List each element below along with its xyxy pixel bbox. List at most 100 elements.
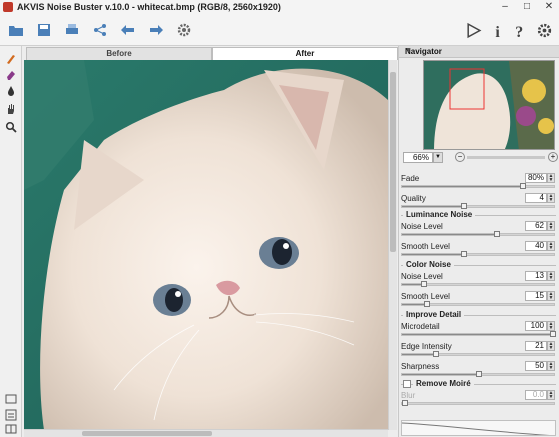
sharpness-param: Sharpness 50 ▲ ▼ xyxy=(401,360,558,380)
microdetail-slider[interactable] xyxy=(401,331,556,337)
lum-noise-slider[interactable] xyxy=(401,231,555,237)
col-noise-slider-handle[interactable] xyxy=(421,281,427,287)
hand-icon[interactable] xyxy=(4,102,18,116)
improve-detail-group: Improve Detail xyxy=(401,310,558,320)
blur-param: Blur 0.0 ▲ ▼ xyxy=(401,389,558,409)
maximize-button[interactable]: □ xyxy=(521,1,533,13)
lum-smooth-slider[interactable] xyxy=(401,251,555,257)
open-icon[interactable] xyxy=(6,20,26,40)
edge-slider[interactable] xyxy=(401,351,555,357)
col-noise-param: Noise Level 13 ▲ ▼ xyxy=(401,270,558,290)
eraser-icon[interactable] xyxy=(4,68,18,82)
microdetail-spinner[interactable]: ▲ ▼ xyxy=(547,321,555,331)
image-canvas[interactable] xyxy=(24,60,388,430)
lum-noise-slider-handle[interactable] xyxy=(494,231,500,237)
zoom-in-button[interactable]: + xyxy=(548,152,558,162)
close-button[interactable]: ✕ xyxy=(543,1,555,13)
lum-noise-param: Noise Level 62 ▲ ▼ xyxy=(401,220,558,240)
col-noise-input[interactable]: 13 xyxy=(525,271,547,281)
blur-spinner[interactable]: ▲ ▼ xyxy=(547,390,555,400)
share-icon[interactable] xyxy=(90,20,110,40)
edge-spinner[interactable]: ▲ ▼ xyxy=(547,341,555,351)
microdetail-slider-handle[interactable] xyxy=(550,331,556,337)
remove-moire-group: Remove Moiré xyxy=(401,379,558,389)
microdetail-param: Microdetail 100 ▲ ▼ xyxy=(401,320,558,340)
lum-smooth-input[interactable]: 40 xyxy=(525,241,547,251)
microdetail-label: Microdetail xyxy=(401,322,440,331)
svg-text:?: ? xyxy=(515,23,523,38)
toolbar: i ? xyxy=(0,14,559,46)
lum-noise-input[interactable]: 62 xyxy=(525,221,547,231)
settings-icon[interactable] xyxy=(174,20,194,40)
compare-icon[interactable] xyxy=(4,408,18,422)
horizontal-scrollbar[interactable] xyxy=(24,429,388,437)
redo-icon[interactable] xyxy=(146,20,166,40)
fade-slider[interactable] xyxy=(401,183,555,189)
swap-icon[interactable] xyxy=(4,422,18,436)
sharpness-input[interactable]: 50 xyxy=(525,361,547,371)
blur-slider-handle[interactable] xyxy=(402,400,408,406)
undo-icon[interactable] xyxy=(118,20,138,40)
improve-detail-title: Improve Detail xyxy=(403,310,465,319)
lum-smooth-spinner[interactable]: ▲ ▼ xyxy=(547,241,555,251)
luminance-noise-group: Luminance Noise xyxy=(401,210,558,220)
edge-param: Edge Intensity 21 ▲ ▼ xyxy=(401,340,558,360)
fade-input[interactable]: 80% xyxy=(525,173,547,183)
info-icon[interactable]: i xyxy=(489,21,507,39)
blur-slider[interactable] xyxy=(401,400,555,406)
fade-slider-handle[interactable] xyxy=(520,183,526,189)
col-noise-slider[interactable] xyxy=(401,281,555,287)
vertical-scrollbar[interactable] xyxy=(388,60,397,430)
remove-moire-title: Remove Moiré xyxy=(413,379,474,388)
blur-label: Blur xyxy=(401,391,416,400)
sharpness-slider[interactable] xyxy=(401,371,555,377)
fade-label: Fade xyxy=(401,174,420,183)
tab-before[interactable]: Before xyxy=(26,47,212,60)
lum-smooth-slider-handle[interactable] xyxy=(461,251,467,257)
sharpness-slider-handle[interactable] xyxy=(476,371,482,377)
zoom-out-button[interactable]: − xyxy=(455,152,465,162)
zoom-input[interactable]: 66% xyxy=(403,152,433,163)
microdetail-input[interactable]: 100 xyxy=(525,321,547,331)
drop-icon[interactable] xyxy=(4,84,18,98)
view-mode-icon[interactable] xyxy=(4,392,18,406)
zoom-dropdown-icon[interactable]: ▼ xyxy=(433,152,443,163)
zoom-slider[interactable] xyxy=(467,156,545,159)
svg-text:i: i xyxy=(495,23,500,38)
col-noise-spinner[interactable]: ▲ ▼ xyxy=(547,271,555,281)
edge-input[interactable]: 21 xyxy=(525,341,547,351)
col-smooth-spinner[interactable]: ▲ ▼ xyxy=(547,291,555,301)
help-icon[interactable]: ? xyxy=(511,21,529,39)
blur-input[interactable]: 0.0 xyxy=(525,390,547,400)
quality-param: Quality 4 ▲ ▼ xyxy=(401,192,558,212)
print-icon[interactable] xyxy=(62,20,82,40)
tab-after[interactable]: After xyxy=(212,47,398,60)
run-icon[interactable] xyxy=(464,21,482,39)
navigator-preview[interactable] xyxy=(423,60,555,150)
col-noise-label: Noise Level xyxy=(401,272,443,281)
sharpness-spinner[interactable]: ▲ ▼ xyxy=(547,361,555,371)
collapse-icon[interactable]: ▼ xyxy=(405,47,556,54)
quality-spinner[interactable]: ▲ ▼ xyxy=(547,193,555,203)
minimize-button[interactable]: – xyxy=(499,1,511,13)
fade-spinner[interactable]: ▲ ▼ xyxy=(547,173,555,183)
edge-label: Edge Intensity xyxy=(401,342,452,351)
brush-icon[interactable] xyxy=(4,52,18,66)
edge-slider-handle[interactable] xyxy=(433,351,439,357)
col-smooth-slider[interactable] xyxy=(401,301,555,307)
quality-slider[interactable] xyxy=(401,203,555,209)
vertical-scroll-thumb[interactable] xyxy=(390,72,396,252)
horizontal-scroll-thumb[interactable] xyxy=(82,431,212,436)
quality-slider-handle[interactable] xyxy=(461,203,467,209)
preview-curve xyxy=(401,420,556,436)
col-smooth-slider-handle[interactable] xyxy=(424,301,430,307)
navigator-header[interactable]: Navigator ▼ xyxy=(399,46,559,58)
col-smooth-input[interactable]: 15 xyxy=(525,291,547,301)
fade-param: Fade 80% ▲ ▼ xyxy=(401,172,558,192)
quality-input[interactable]: 4 xyxy=(525,193,547,203)
lum-noise-spinner[interactable]: ▲ ▼ xyxy=(547,221,555,231)
save-icon[interactable] xyxy=(34,20,54,40)
remove-moire-checkbox[interactable] xyxy=(403,380,411,388)
preferences-icon[interactable] xyxy=(535,21,553,39)
zoom-icon[interactable] xyxy=(4,120,18,134)
